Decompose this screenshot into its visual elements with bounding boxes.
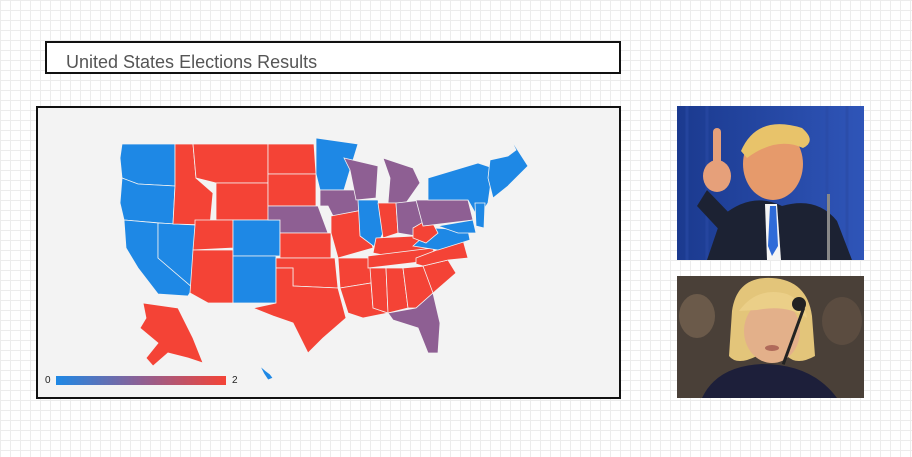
candidate-photo-clinton (677, 276, 864, 398)
state-wyoming (215, 182, 269, 221)
state-arizona (189, 249, 234, 304)
us-map (56, 137, 529, 385)
state-mississippi (369, 267, 389, 314)
page-title: United States Elections Results (66, 52, 318, 72)
legend-max-label: 2 (232, 375, 238, 386)
state-alaska (139, 302, 204, 367)
state-colorado (232, 219, 281, 257)
title-box: United States Elections Results (45, 41, 621, 74)
legend-min-label: 0 (45, 375, 51, 386)
state-montana (192, 143, 269, 184)
state-michigan (382, 157, 421, 204)
state-south-dakota (267, 173, 317, 207)
state-washington (119, 143, 176, 187)
state-new-jersey (474, 202, 486, 229)
state-new-mexico (232, 255, 277, 304)
state-kansas (279, 232, 332, 259)
map-panel: 0 2 (36, 106, 621, 399)
state-hawaii (259, 365, 274, 381)
state-utah (192, 219, 234, 251)
state-north-dakota (267, 143, 317, 175)
state-new-england (487, 137, 529, 199)
legend-gradient-bar (56, 376, 226, 385)
candidate-photo-trump (677, 106, 864, 260)
